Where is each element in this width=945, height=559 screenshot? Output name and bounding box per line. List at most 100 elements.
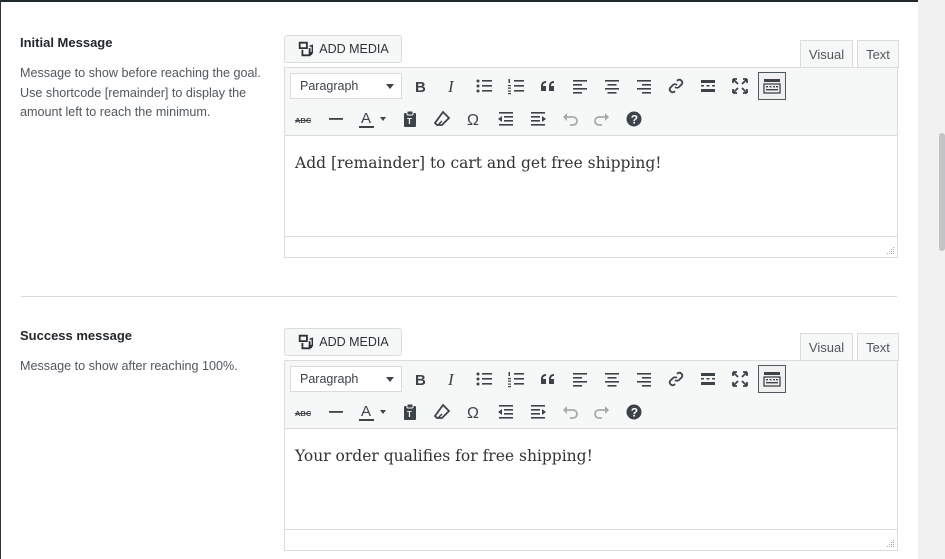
fullscreen-button[interactable]: [726, 365, 754, 393]
toolbar-row-2: ABC A T Ω ?: [285, 397, 648, 427]
strikethrough-button[interactable]: ABC: [290, 398, 318, 426]
clear-formatting-button[interactable]: [428, 398, 456, 426]
add-media-label: ADD MEDIA: [319, 335, 389, 349]
field-description: Message to show before reaching the goal…: [20, 66, 261, 119]
italic-button[interactable]: I: [438, 365, 466, 393]
paste-text-button[interactable]: T: [396, 398, 424, 426]
tab-text[interactable]: Text: [857, 333, 899, 361]
undo-button[interactable]: [556, 105, 584, 133]
format-select-value: Paragraph: [300, 372, 359, 386]
tab-visual[interactable]: Visual: [800, 333, 853, 361]
horizontal-line-icon: [329, 411, 343, 413]
align-center-button[interactable]: [598, 365, 626, 393]
strikethrough-icon: ABC: [295, 409, 312, 418]
toolbar-toggle-button[interactable]: [758, 72, 786, 100]
link-button[interactable]: [662, 365, 690, 393]
redo-button[interactable]: [588, 398, 616, 426]
outdent-button[interactable]: [492, 105, 520, 133]
numbered-list-icon: [508, 79, 524, 95]
toolbar-toggle-icon: [763, 372, 781, 387]
numbered-list-button[interactable]: [502, 72, 530, 100]
italic-icon: I: [447, 370, 455, 389]
svg-text:?: ?: [631, 113, 638, 127]
resize-handle-icon[interactable]: [885, 538, 895, 548]
media-icon: [299, 41, 314, 57]
field-title: Initial Message: [20, 35, 113, 50]
indent-icon: [531, 405, 546, 419]
editor-toolbar: Paragraph B I ABC A T Ω ?: [285, 68, 897, 136]
help-icon: ?: [626, 111, 642, 127]
text-color-button[interactable]: A: [354, 105, 392, 133]
indent-button[interactable]: [524, 398, 552, 426]
outdent-icon: [498, 405, 513, 419]
undo-icon: [563, 113, 578, 126]
blockquote-button[interactable]: [534, 72, 562, 100]
special-character-button[interactable]: Ω: [460, 105, 488, 133]
horizontal-line-button[interactable]: [322, 105, 350, 133]
link-icon: [668, 371, 684, 387]
outdent-button[interactable]: [492, 398, 520, 426]
horizontal-line-button[interactable]: [322, 398, 350, 426]
toolbar-row-1: Paragraph B I: [285, 71, 786, 101]
clear-formatting-icon: [433, 110, 451, 126]
svg-text:A: A: [361, 403, 371, 420]
special-character-button[interactable]: Ω: [460, 398, 488, 426]
undo-icon: [563, 406, 578, 419]
paste-text-button[interactable]: T: [396, 105, 424, 133]
align-right-button[interactable]: [630, 365, 658, 393]
bold-icon: B: [415, 372, 426, 389]
link-button[interactable]: [662, 72, 690, 100]
bullet-list-icon: [476, 372, 492, 386]
fullscreen-button[interactable]: [726, 72, 754, 100]
align-left-button[interactable]: [566, 72, 594, 100]
read-more-icon: [701, 80, 715, 92]
indent-button[interactable]: [524, 105, 552, 133]
format-select[interactable]: Paragraph: [290, 73, 402, 99]
svg-text:B: B: [415, 372, 426, 389]
scrollbar-track[interactable]: [918, 0, 945, 559]
editor-content[interactable]: Add [remainder] to cart and get free shi…: [285, 136, 897, 236]
editor-toolbar: Paragraph B I ABC A T Ω ?: [285, 361, 897, 429]
format-select[interactable]: Paragraph: [290, 366, 402, 392]
indent-icon: [531, 112, 546, 126]
italic-button[interactable]: I: [438, 72, 466, 100]
text-color-icon: A: [359, 110, 386, 128]
toolbar-toggle-button[interactable]: [758, 365, 786, 393]
numbered-list-button[interactable]: [502, 365, 530, 393]
align-center-button[interactable]: [598, 72, 626, 100]
align-left-icon: [573, 373, 587, 387]
tab-text[interactable]: Text: [857, 40, 899, 68]
align-center-icon: [605, 80, 619, 94]
clear-formatting-button[interactable]: [428, 105, 456, 133]
numbered-list-icon: [508, 372, 524, 388]
align-left-button[interactable]: [566, 365, 594, 393]
resize-handle-icon[interactable]: [885, 245, 895, 255]
special-character-icon: Ω: [467, 112, 479, 129]
bold-icon: B: [415, 79, 426, 96]
add-media-button[interactable]: ADD MEDIA: [284, 328, 402, 356]
redo-button[interactable]: [588, 105, 616, 133]
read-more-button[interactable]: [694, 72, 722, 100]
bullet-list-button[interactable]: [470, 365, 498, 393]
undo-button[interactable]: [556, 398, 584, 426]
help-button[interactable]: ?: [620, 398, 648, 426]
bullet-list-button[interactable]: [470, 72, 498, 100]
tab-visual[interactable]: Visual: [800, 40, 853, 68]
text-color-button[interactable]: A: [354, 398, 392, 426]
bold-button[interactable]: B: [406, 72, 434, 100]
add-media-button[interactable]: ADD MEDIA: [284, 35, 402, 63]
editor-content[interactable]: Your order qualifies for free shipping!: [285, 429, 897, 529]
svg-text:I: I: [447, 370, 455, 389]
bold-button[interactable]: B: [406, 365, 434, 393]
read-more-button[interactable]: [694, 365, 722, 393]
rich-text-editor: Paragraph B I ABC A T: [284, 360, 898, 551]
align-right-button[interactable]: [630, 72, 658, 100]
help-button[interactable]: ?: [620, 105, 648, 133]
strikethrough-button[interactable]: ABC: [290, 105, 318, 133]
scrollbar-thumb[interactable]: [939, 133, 945, 251]
align-right-icon: [637, 373, 651, 387]
blockquote-icon: [541, 81, 554, 91]
field-description: Message to show after reaching 100%.: [20, 359, 238, 373]
blockquote-button[interactable]: [534, 365, 562, 393]
dropdown-arrow-icon: [386, 84, 394, 89]
